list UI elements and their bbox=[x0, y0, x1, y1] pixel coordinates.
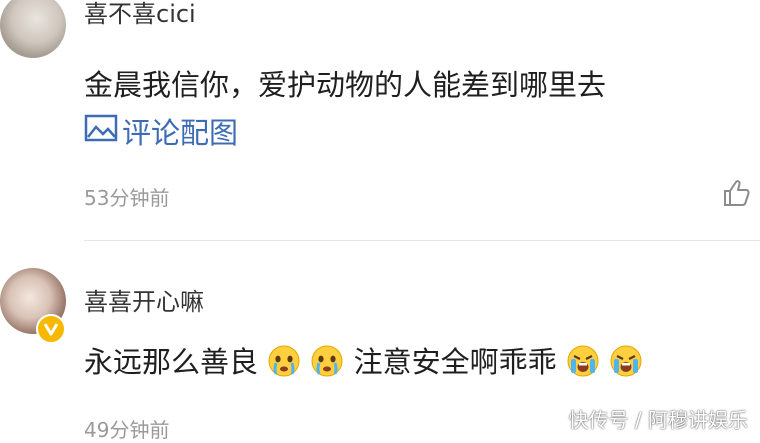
comment-text: 金晨我信你，爱护动物的人能差到哪里去 bbox=[84, 68, 607, 102]
thumb-up-icon[interactable] bbox=[722, 178, 752, 208]
sob-face-icon bbox=[567, 345, 599, 377]
watermark: 快传号 / 阿穆讲娱乐 bbox=[568, 408, 748, 432]
crying-face-icon bbox=[311, 345, 343, 377]
picture-link-label: 评论配图 bbox=[122, 116, 239, 150]
image-icon bbox=[84, 113, 118, 150]
comment-picture-link[interactable]: 评论配图 bbox=[84, 110, 238, 152]
crying-face-icon bbox=[268, 345, 300, 377]
divider bbox=[84, 240, 760, 241]
username[interactable]: 喜喜开心嘛 bbox=[84, 282, 204, 317]
timestamp: 53分钟前 bbox=[84, 186, 170, 210]
sob-face-icon bbox=[610, 345, 642, 377]
avatar[interactable] bbox=[0, 0, 66, 58]
timestamp: 49分钟前 bbox=[84, 418, 170, 442]
comment-item: 喜不喜cici 金晨我信你，爱护动物的人能差到哪里去 评论配图 53分钟前 bbox=[0, 0, 760, 240]
comment-text-part: 注意安全啊乖乖 bbox=[353, 345, 557, 379]
comment-text: 永远那么善良 注意安全啊乖乖 bbox=[84, 339, 643, 381]
verified-v-badge-icon bbox=[36, 314, 66, 344]
comment-text-part: 永远那么善良 bbox=[84, 345, 259, 379]
username[interactable]: 喜不喜cici bbox=[84, 0, 196, 29]
